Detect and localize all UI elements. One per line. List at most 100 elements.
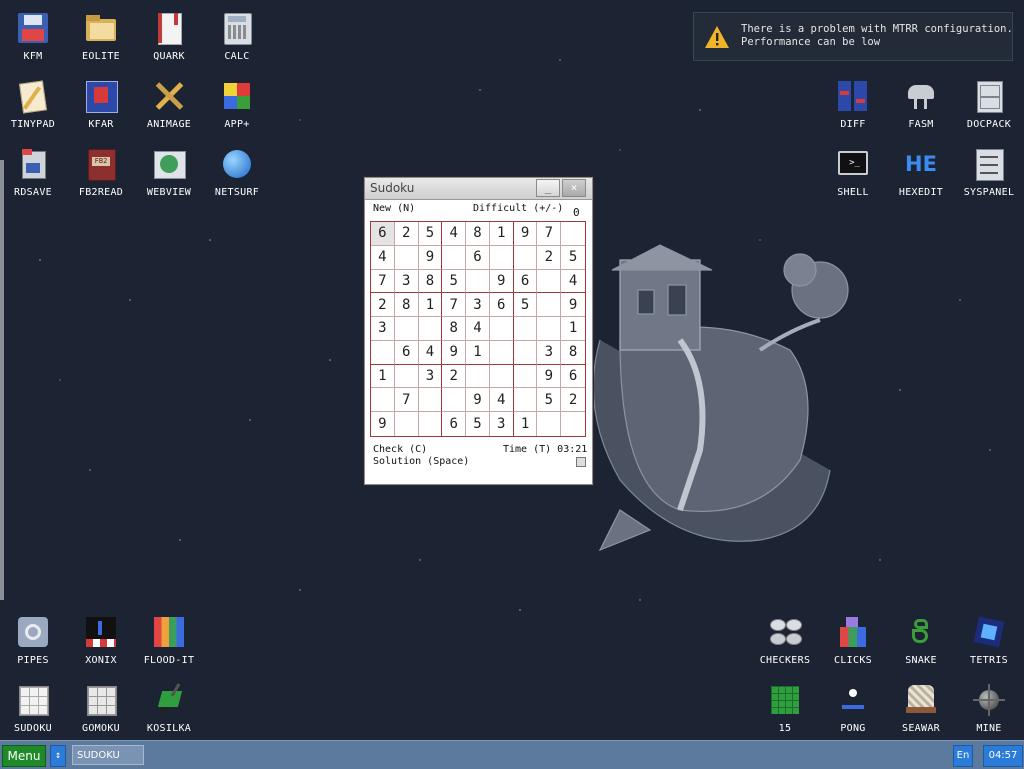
- sudoku-cell[interactable]: 7: [442, 293, 467, 318]
- sudoku-cell[interactable]: 3: [537, 340, 562, 365]
- sudoku-cell[interactable]: 9: [537, 364, 562, 389]
- sudoku-cell[interactable]: 7: [537, 222, 562, 246]
- sudoku-cell[interactable]: 4: [371, 245, 395, 270]
- sudoku-cell[interactable]: [442, 245, 467, 270]
- timer-label[interactable]: Time (T) 03:21: [503, 444, 587, 455]
- desktop-icon-shell[interactable]: >_ SHELL: [820, 141, 886, 205]
- sudoku-cell[interactable]: 8: [394, 293, 419, 318]
- sudoku-cell[interactable]: 6: [442, 412, 467, 436]
- sudoku-cell[interactable]: 3: [418, 364, 443, 389]
- desktop-icon-docpack[interactable]: DOCPACK: [956, 73, 1022, 137]
- sudoku-cell[interactable]: [489, 364, 514, 389]
- desktop-icon-snake[interactable]: SNAKE: [888, 609, 954, 673]
- sudoku-cell[interactable]: [395, 412, 419, 436]
- new-game-button[interactable]: New (N): [373, 203, 415, 214]
- sudoku-cell[interactable]: 8: [561, 341, 585, 365]
- sudoku-cell[interactable]: 4: [418, 340, 443, 365]
- sudoku-cell[interactable]: [537, 317, 562, 341]
- difficulty-button[interactable]: Difficult (+/-): [473, 203, 563, 214]
- sudoku-cell[interactable]: [394, 364, 419, 389]
- sudoku-cell[interactable]: [394, 317, 419, 341]
- desktop-icon-xonix[interactable]: XONIX: [68, 609, 134, 673]
- desktop-icon-pipes[interactable]: PIPES: [0, 609, 66, 673]
- updown-arrow-icon[interactable]: ↕: [50, 745, 66, 767]
- desktop-icon-clicks[interactable]: CLICKS: [820, 609, 886, 673]
- desktop-icon-checkers[interactable]: CHECKERS: [752, 609, 818, 673]
- sudoku-cell[interactable]: 8: [466, 222, 490, 246]
- sudoku-cell[interactable]: 9: [418, 245, 443, 270]
- desktop-icon-flood-it[interactable]: FLOOD-IT: [136, 609, 202, 673]
- sudoku-cell[interactable]: [513, 340, 538, 365]
- desktop-icon-kfm[interactable]: KFM: [0, 5, 66, 69]
- sudoku-cell[interactable]: 6: [466, 245, 490, 270]
- sudoku-cell[interactable]: 9: [466, 388, 490, 413]
- desktop-icon-gomoku[interactable]: GOMOKU: [68, 677, 134, 741]
- desktop-icon-syspanel[interactable]: SYSPANEL: [956, 141, 1022, 205]
- language-indicator[interactable]: En: [953, 745, 973, 767]
- sudoku-cell[interactable]: 2: [561, 388, 585, 413]
- sudoku-cell[interactable]: 1: [466, 340, 490, 365]
- desktop-icon-sudoku[interactable]: SUDOKU: [0, 677, 66, 741]
- sudoku-cell[interactable]: [394, 245, 419, 270]
- desktop-icon-seawar[interactable]: SEAWAR: [888, 677, 954, 741]
- sudoku-cell[interactable]: 9: [371, 412, 395, 436]
- sudoku-cell[interactable]: [537, 293, 562, 318]
- sudoku-cell[interactable]: 4: [442, 222, 467, 246]
- sudoku-cell[interactable]: 2: [537, 245, 562, 270]
- desktop-icon-pong[interactable]: PONG: [820, 677, 886, 741]
- sudoku-cell[interactable]: 2: [394, 222, 419, 246]
- sudoku-cell[interactable]: 6: [513, 269, 538, 294]
- taskbar-item-sudoku[interactable]: SUDOKU: [72, 745, 144, 765]
- close-button[interactable]: ×: [562, 179, 586, 197]
- sudoku-cell[interactable]: [371, 388, 395, 413]
- sudoku-cell[interactable]: 4: [466, 317, 490, 341]
- sudoku-cell[interactable]: 4: [561, 270, 585, 294]
- sudoku-cell[interactable]: [537, 269, 562, 294]
- desktop-icon-app-plus[interactable]: APP+: [204, 73, 270, 137]
- desktop-icon-diff[interactable]: DIFF: [820, 73, 886, 137]
- desktop-icon-fb2read[interactable]: FB2 FB2READ: [68, 141, 134, 205]
- sudoku-cell[interactable]: 1: [489, 222, 514, 246]
- minimize-button[interactable]: _: [536, 179, 560, 197]
- sudoku-cell[interactable]: 1: [561, 317, 585, 341]
- window-titlebar[interactable]: Sudoku _ ×: [365, 178, 592, 200]
- sudoku-cell[interactable]: 5: [466, 412, 490, 436]
- sudoku-cell[interactable]: 6: [561, 365, 585, 389]
- sudoku-cell[interactable]: [513, 364, 538, 389]
- sudoku-grid[interactable]: 6254819749625738596428173659384164913813…: [370, 221, 586, 437]
- desktop-icon-quark[interactable]: QUARK: [136, 5, 202, 69]
- desktop-icon-eolite[interactable]: EOLITE: [68, 5, 134, 69]
- sudoku-cell[interactable]: [371, 340, 395, 365]
- sudoku-cell[interactable]: 9: [561, 293, 585, 318]
- sudoku-cell[interactable]: 2: [371, 293, 395, 318]
- sudoku-cell[interactable]: [489, 245, 514, 270]
- sudoku-cell[interactable]: 9: [513, 222, 538, 246]
- sudoku-cell[interactable]: 5: [442, 269, 467, 294]
- sudoku-cell[interactable]: [537, 412, 562, 436]
- desktop-icon-15[interactable]: 15: [752, 677, 818, 741]
- sudoku-cell[interactable]: [419, 412, 443, 436]
- sudoku-cell[interactable]: 6: [394, 340, 419, 365]
- desktop-icon-webview[interactable]: WEBVIEW: [136, 141, 202, 205]
- sudoku-cell[interactable]: 6: [489, 293, 514, 318]
- desktop-icon-fasm[interactable]: FASM: [888, 73, 954, 137]
- desktop-icon-calc[interactable]: CALC: [204, 5, 270, 69]
- solution-button[interactable]: Solution (Space): [373, 456, 469, 467]
- menu-button[interactable]: Menu: [2, 745, 46, 767]
- mtrr-warning-notification[interactable]: There is a problem with MTRR configurati…: [693, 12, 1013, 61]
- sudoku-cell[interactable]: [513, 245, 538, 270]
- sudoku-cell[interactable]: 6: [371, 222, 395, 246]
- desktop-icon-kfar[interactable]: KFAR: [68, 73, 134, 137]
- desktop-icon-kosilka[interactable]: KOSILKA: [136, 677, 202, 741]
- sudoku-cell[interactable]: 5: [537, 388, 562, 413]
- sudoku-cell[interactable]: 5: [561, 246, 585, 270]
- sudoku-cell[interactable]: [418, 317, 443, 341]
- check-button[interactable]: Check (C): [373, 444, 427, 455]
- sudoku-cell[interactable]: [513, 317, 538, 341]
- sudoku-cell[interactable]: 3: [466, 293, 490, 318]
- sudoku-cell[interactable]: 3: [490, 412, 514, 436]
- desktop-icon-hexedit[interactable]: HE HEXEDIT: [888, 141, 954, 205]
- sudoku-cell[interactable]: 3: [371, 317, 395, 341]
- desktop-icon-tetris[interactable]: TETRIS: [956, 609, 1022, 673]
- desktop-icon-tinypad[interactable]: TINYPAD: [0, 73, 66, 137]
